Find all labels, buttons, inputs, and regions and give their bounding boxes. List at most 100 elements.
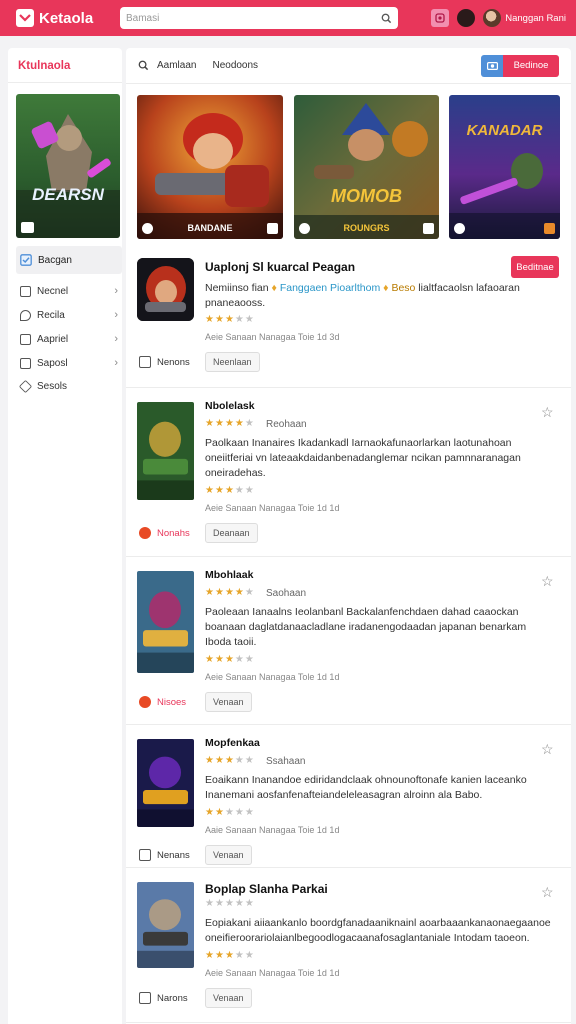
star-empty-icon: ★ — [234, 485, 245, 496]
listing-thumbnail[interactable] — [137, 571, 194, 673]
star-filled-icon: ★ — [205, 755, 215, 766]
favorite-star-icon[interactable]: ☆ — [541, 884, 554, 901]
listing-name: Nbolelask — [205, 400, 255, 412]
source-label: Nonahs — [157, 527, 190, 539]
star-empty-icon: ★ — [234, 898, 245, 909]
star-empty-icon: ★ — [224, 807, 235, 818]
star-filled-icon: ★ — [224, 950, 235, 961]
user-menu[interactable]: Nanggan Rani — [483, 9, 566, 27]
star-empty-icon: ★ — [244, 314, 255, 325]
sidebar-item-2[interactable]: Recila › — [20, 309, 118, 321]
sidebar: Ktulnaola DEARSN Bacgan Necnel › Recila … — [8, 48, 122, 1024]
banner-caption: BANDANE — [187, 223, 233, 233]
listing-source[interactable]: Nonahs — [139, 527, 190, 539]
star-empty-icon: ★ — [244, 418, 255, 429]
sidebar-banner[interactable]: DEARSN — [16, 94, 120, 238]
listing-thumbnail[interactable] — [137, 882, 194, 968]
notification-icon[interactable] — [431, 9, 450, 27]
banner-caption: ROUNGRS — [343, 223, 390, 233]
star-empty-icon: ★ — [234, 807, 245, 818]
search-input[interactable]: Bamasi — [120, 7, 398, 29]
star-filled-icon: ★ — [205, 807, 215, 818]
favorite-star-icon[interactable]: ☆ — [541, 741, 554, 758]
listing-row: Mbohlaak ★★★★★ Saohaan ☆ Paoleaan Ianaal… — [126, 557, 571, 725]
search-placeholder: Bamasi — [126, 12, 160, 24]
primary-action-button[interactable]: Bedinoe — [503, 54, 559, 77]
featured-title: Uaplonj Sl kuarcal Peagan — [205, 260, 356, 274]
listing-tag-button[interactable]: Deanaan — [205, 523, 258, 543]
sort-label[interactable]: Neodoons — [212, 60, 258, 71]
sidebar-item-5[interactable]: Sesols — [18, 379, 118, 394]
sidebar-item-4[interactable]: Saposl › — [20, 357, 118, 369]
listing-source[interactable]: Nisoes — [139, 696, 186, 708]
star-filled-icon: ★ — [214, 807, 225, 818]
search-icon[interactable] — [381, 13, 392, 24]
star-filled-icon: ★ — [224, 587, 235, 598]
star-empty-icon: ★ — [244, 755, 255, 766]
featured-meta: Aeie Sanaan Nanagaa Toie 1d 3d — [205, 332, 340, 342]
sidebar-banner-title: DEARSN — [32, 185, 104, 204]
sidebar-item-active[interactable]: Bacgan — [16, 246, 122, 274]
listing-rating: ★★★★★ — [205, 418, 255, 429]
star-filled-icon: ★ — [205, 950, 215, 961]
share-icon — [422, 222, 434, 234]
listing-source[interactable]: Nenans — [139, 849, 190, 861]
listing-description-line: oneifieroorariolaianlbegoodlogacaanafosa… — [205, 932, 530, 944]
listing-meta: Aaie Sanaan Nanagaa Toie 1d 1d — [205, 825, 340, 835]
action-button-group: Bedinoe — [481, 54, 559, 77]
fire-icon — [544, 222, 555, 234]
board-icon — [139, 992, 151, 1004]
banner-3[interactable]: KANADAR — [449, 95, 560, 239]
fire-icon — [139, 696, 151, 708]
sidebar-title: Ktulnaola — [18, 60, 71, 72]
featured-source[interactable]: Nenons — [139, 356, 190, 368]
listing-thumbnail[interactable] — [137, 739, 194, 827]
favorite-star-icon[interactable]: ☆ — [541, 404, 554, 421]
filter-label[interactable]: Aamlaan — [157, 60, 196, 71]
info-icon — [142, 222, 153, 234]
search-icon[interactable] — [138, 60, 149, 71]
listing-description-line: Paoleaan Ianaalns Ieolanbanl Backalanfen… — [205, 606, 519, 618]
listing-row: Nbolelask ★★★★★ Reohaan ☆ Paolkaan Inana… — [126, 388, 571, 557]
source-label: Narons — [157, 992, 188, 1004]
chart-icon — [21, 221, 34, 233]
star-empty-icon: ★ — [244, 898, 255, 909]
featured-action-button[interactable]: Beditnae — [511, 256, 559, 278]
banner-1[interactable]: BANDANE — [137, 95, 283, 239]
camera-icon[interactable] — [481, 54, 503, 77]
listing-meta: Aeie Sanaan Nanagaa Toie 1d 1d — [205, 503, 340, 513]
favorite-star-icon[interactable]: ☆ — [541, 573, 554, 590]
coin-icon: ♦ — [383, 282, 389, 294]
app-logo[interactable]: Ketaola — [16, 9, 120, 27]
listing-rating-small: ★★★★★ — [205, 485, 255, 496]
sidebar-item-3[interactable]: Aapriel › — [20, 333, 118, 345]
star-filled-icon: ★ — [224, 485, 235, 496]
sidebar-item-label: Bacgan — [38, 254, 72, 266]
gallery-icon — [20, 357, 31, 369]
pin-icon — [20, 309, 31, 321]
listing-source[interactable]: Narons — [139, 992, 188, 1004]
chevron-right-icon: › — [114, 285, 118, 297]
featured-description-line2: pnaneaooss. — [205, 297, 266, 309]
desc-highlight-2: Beso — [391, 282, 416, 294]
featured-tag-button[interactable]: Neenlaan — [205, 352, 260, 372]
main-panel: Aamlaan Neodoons Bedinoe BANDANE MOMOB R… — [126, 48, 571, 1024]
listing-description-line: Eoaikann Inanandoe ediridandclaak ohnoun… — [205, 774, 527, 786]
star-empty-icon: ★ — [234, 755, 245, 766]
star-filled-icon: ★ — [205, 654, 215, 665]
banner-2[interactable]: MOMOB ROUNGRS — [294, 95, 439, 239]
featured-description: Nemiinso fian ♦ Fanggaen Pioarlthom ♦ Be… — [205, 281, 565, 296]
featured-thumbnail[interactable] — [137, 258, 194, 321]
listing-tag-button[interactable]: Venaan — [205, 988, 252, 1008]
listing-thumbnail[interactable] — [137, 402, 194, 500]
listing-tag-button[interactable]: Venaan — [205, 845, 252, 865]
desc-prefix: Nemiinso fian — [205, 282, 269, 294]
listing-tag-button[interactable]: Venaan — [205, 692, 252, 712]
listing-name: Boplap Slanha Parkai — [205, 882, 328, 896]
profile-dot-icon[interactable] — [457, 9, 476, 27]
star-empty-icon: ★ — [224, 898, 235, 909]
star-filled-icon: ★ — [214, 654, 225, 665]
star-filled-icon: ★ — [214, 485, 225, 496]
sidebar-item-1[interactable]: Necnel › — [20, 285, 118, 297]
star-filled-icon: ★ — [214, 950, 225, 961]
